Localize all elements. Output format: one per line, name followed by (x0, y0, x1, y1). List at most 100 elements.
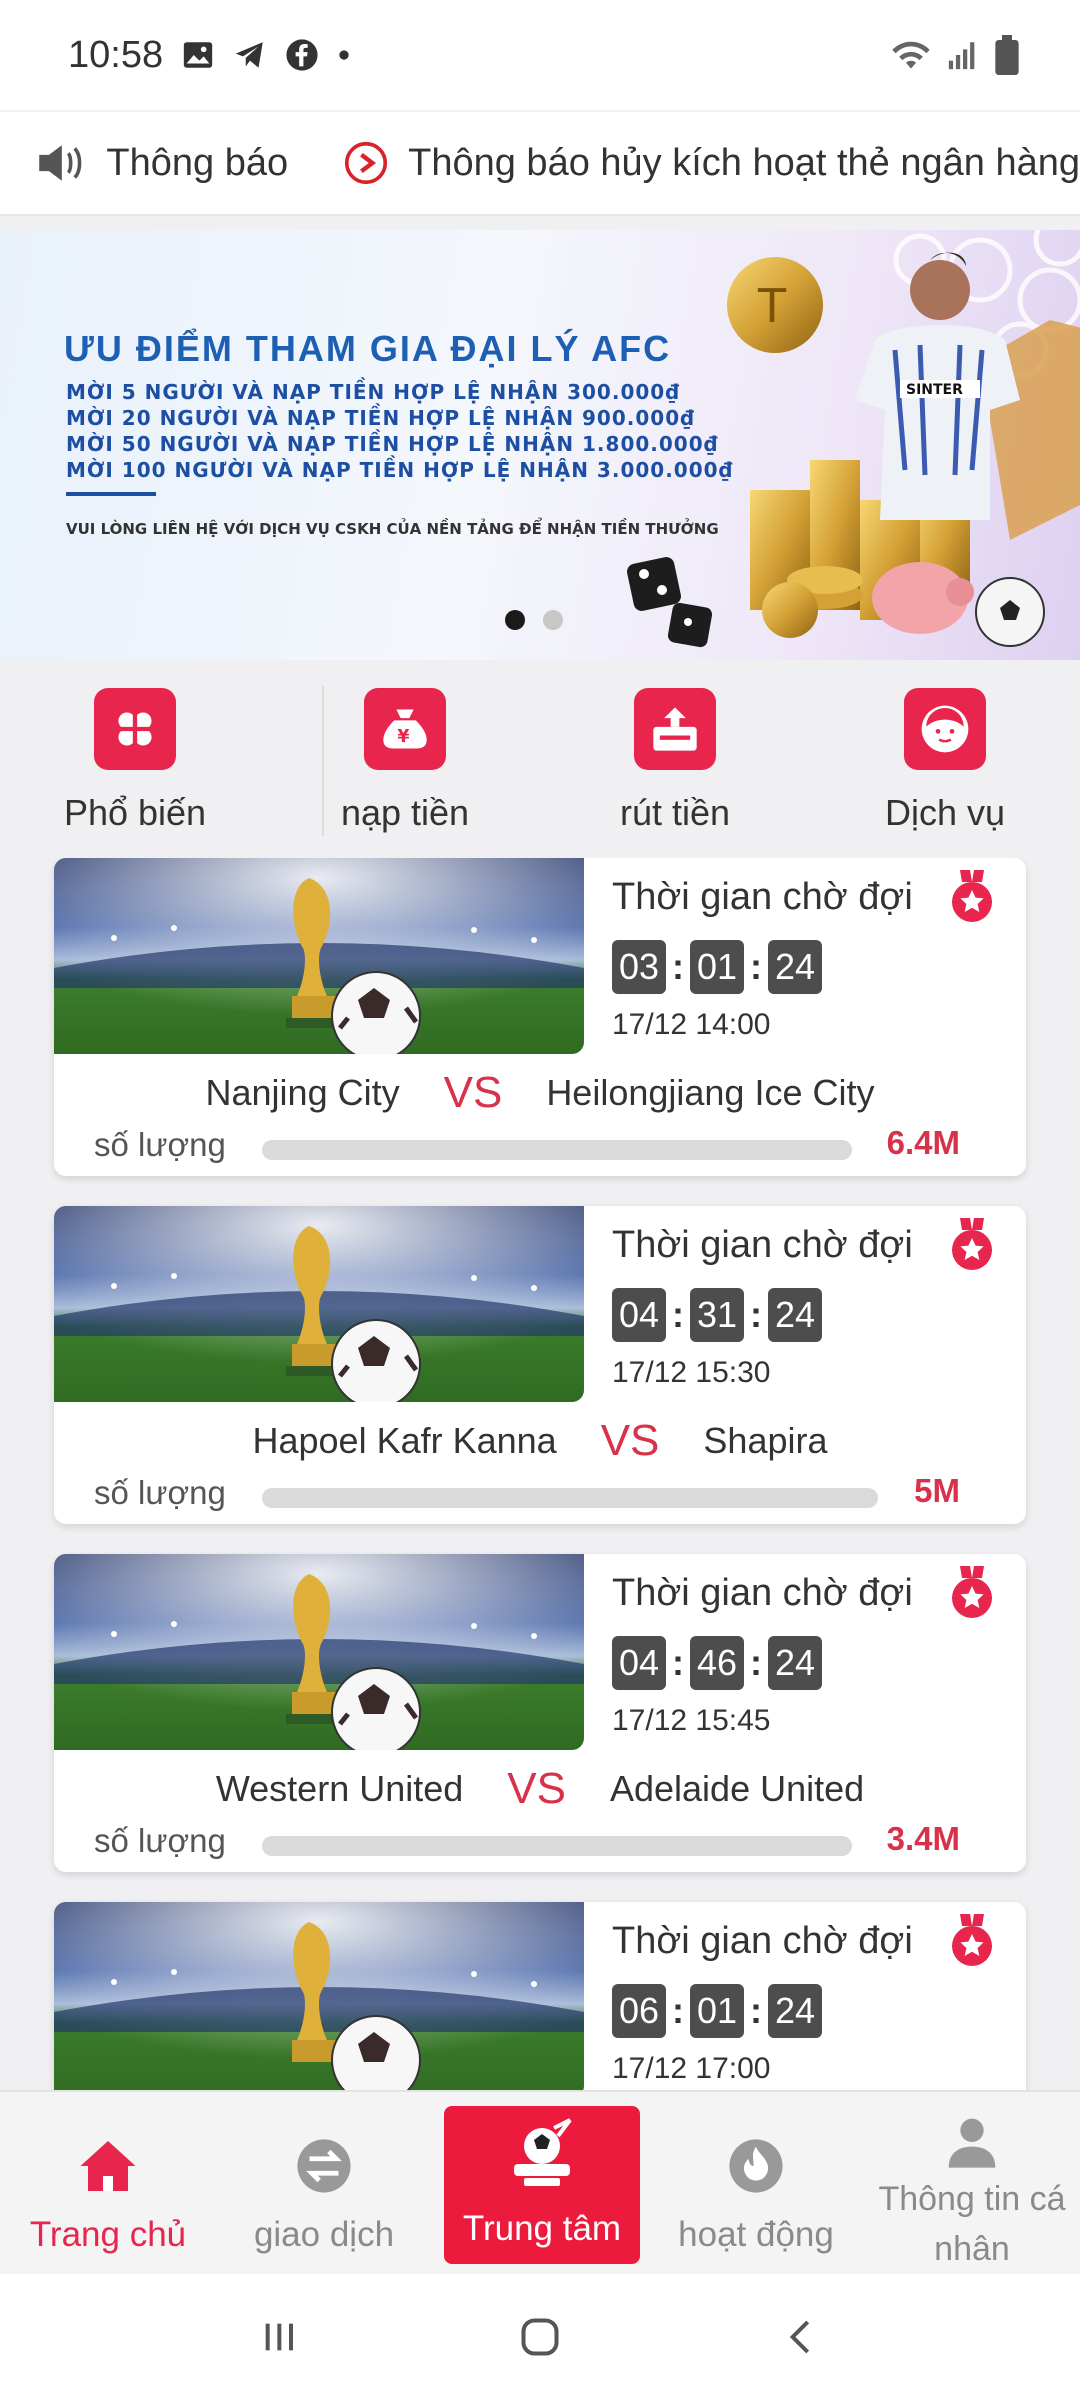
recent-apps-icon[interactable] (259, 2317, 299, 2357)
timer-hours: 04 (612, 1636, 666, 1690)
match-teams: Western United VS Adelaide United (54, 1764, 1026, 1814)
wait-label: Thời gian chờ đợi (612, 1572, 913, 1614)
timer-hours: 06 (612, 1984, 666, 2038)
match-thumbnail (54, 1902, 584, 2090)
battery-icon (995, 35, 1019, 75)
play-circle-icon (345, 141, 388, 185)
vs-label: VS (600, 1416, 660, 1465)
banner-line: MỜI 5 NGƯỜI VÀ NẠP TIỀN HỢP LỆ NHẬN 300.… (66, 380, 681, 404)
match-datetime: 17/12 15:45 (612, 1704, 771, 1737)
timer-minutes: 31 (690, 1288, 744, 1342)
status-bar: 10:58 (0, 0, 1080, 110)
football-afc-logo (514, 2118, 572, 2186)
match-datetime: 17/12 15:30 (612, 1356, 771, 1389)
svg-text:¥: ¥ (397, 727, 409, 747)
signal-icon (948, 42, 975, 70)
system-nav-bar (0, 2274, 1080, 2400)
banner-artwork: T SINTER (627, 230, 1080, 648)
home-button-icon[interactable] (518, 2315, 562, 2359)
banner-dot-1[interactable] (505, 610, 525, 630)
timer-seconds: 24 (768, 1636, 822, 1690)
match-list[interactable]: Thời gian chờ đợi 03: 01: 24 17/12 14:00… (0, 858, 1080, 2090)
quick-nav-popular[interactable]: Phổ biến (0, 670, 270, 850)
exchange-icon (292, 2134, 356, 2198)
match-card[interactable]: Thời gian chờ đợi 04: 31: 24 17/12 15:30… (54, 1206, 1026, 1524)
countdown-timer: 04: 31: 24 (612, 1288, 822, 1342)
quantity-amount: 5M (914, 1472, 960, 1509)
wifi-icon (892, 41, 930, 69)
tab-label: Trang chủ (29, 2215, 187, 2254)
quick-nav-label: nạp tiền (340, 792, 470, 833)
svg-text:T: T (757, 279, 787, 333)
quick-nav-label: Dịch vụ (884, 792, 1006, 833)
quick-nav-deposit[interactable]: ¥ nạp tiền (270, 670, 540, 850)
quantity-label: số lượng (94, 1126, 226, 1163)
medal-icon (952, 1914, 992, 1966)
timer-minutes: 01 (690, 1984, 744, 2038)
wait-label: Thời gian chờ đợi (612, 1224, 913, 1266)
quantity-label: số lượng (94, 1822, 226, 1859)
grid-icon (94, 688, 176, 770)
vs-label: VS (443, 1068, 503, 1117)
money-bag-icon: ¥ (364, 688, 446, 770)
back-icon[interactable] (781, 2317, 821, 2357)
quick-nav-label: rút tiền (619, 792, 731, 833)
medal-icon (952, 1566, 992, 1618)
quantity-amount: 3.4M (886, 1820, 960, 1857)
timer-seconds: 24 (768, 1288, 822, 1342)
stadium-trophy-image (54, 1554, 584, 1750)
banner-rule (66, 492, 156, 496)
countdown-timer: 03: 01: 24 (612, 940, 822, 994)
banner-dot-2[interactable] (543, 610, 563, 630)
tab-label: giao dịch (253, 2215, 395, 2254)
tab-center[interactable]: Trung tâm (444, 2106, 640, 2264)
home-team: Hapoel Kafr Kanna (252, 1420, 557, 1461)
quick-nav-withdraw[interactable]: rút tiền (540, 670, 810, 850)
match-teams: Nanjing City VS Heilongjiang Ice City (54, 1068, 1026, 1118)
notice-bar[interactable]: Thông báo Thông báo hủy kích hoạt thẻ ng… (0, 112, 1080, 216)
medal-icon (952, 1218, 992, 1270)
tab-profile[interactable]: Thông tin cá nhân (864, 2092, 1080, 2274)
support-agent-icon (904, 688, 986, 770)
match-card[interactable]: Thời gian chờ đợi 03: 01: 24 17/12 14:00… (54, 858, 1026, 1176)
quick-nav: Phổ biến ¥ nạp tiền rút tiền Dịch vụ (0, 670, 1080, 850)
notice-message[interactable]: Thông báo hủy kích hoạt thẻ ngân hàng (408, 142, 1080, 185)
medal-icon (952, 870, 992, 922)
bottom-nav: Trang chủ giao dịch hoạt động Thông tin … (0, 2090, 1080, 2274)
status-time: 10:58 (68, 33, 164, 76)
quick-nav-service[interactable]: Dịch vụ (810, 670, 1080, 850)
banner-title: ƯU ĐIỂM THAM GIA ĐẠI LÝ AFC (64, 328, 672, 369)
tab-label: hoạt động (678, 2215, 834, 2254)
match-thumbnail (54, 1206, 584, 1402)
quantity-amount: 6.4M (886, 1124, 960, 1161)
notice-label: Thông báo (106, 141, 289, 184)
image-icon (183, 42, 213, 68)
promo-banner[interactable]: ƯU ĐIỂM THAM GIA ĐẠI LÝ AFC MỜI 5 NGƯỜI … (0, 230, 1080, 660)
user-icon (940, 2110, 1004, 2174)
timer-minutes: 46 (690, 1636, 744, 1690)
quick-nav-label: Phổ biến (63, 792, 207, 833)
tab-activity[interactable]: hoạt động (648, 2092, 864, 2274)
timer-seconds: 24 (768, 1984, 822, 2038)
match-card[interactable]: Thời gian chờ đợi 06: 01: 24 17/12 17:00 (54, 1902, 1026, 2090)
match-card[interactable]: Thời gian chờ đợi 04: 46: 24 17/12 15:45… (54, 1554, 1026, 1872)
withdraw-icon (634, 688, 716, 770)
match-datetime: 17/12 17:00 (612, 2052, 771, 2085)
stadium-trophy-image (54, 1902, 584, 2090)
timer-seconds: 24 (768, 940, 822, 994)
facebook-icon (286, 39, 318, 71)
status-right (890, 35, 1020, 75)
tab-transactions[interactable]: giao dịch (216, 2092, 432, 2274)
countdown-timer: 06: 01: 24 (612, 1984, 822, 2038)
quantity-label: số lượng (94, 1474, 226, 1511)
away-team: Shapira (703, 1420, 828, 1461)
banner-pagination[interactable] (505, 610, 563, 630)
quantity-progress-bar (262, 1836, 852, 1856)
home-team: Nanjing City (205, 1072, 400, 1113)
stadium-trophy-image (54, 858, 584, 1054)
timer-minutes: 01 (690, 940, 744, 994)
tab-home[interactable]: Trang chủ (0, 2092, 216, 2274)
timer-hours: 03 (612, 940, 666, 994)
telegram-icon (235, 42, 263, 68)
wait-label: Thời gian chờ đợi (612, 876, 913, 918)
